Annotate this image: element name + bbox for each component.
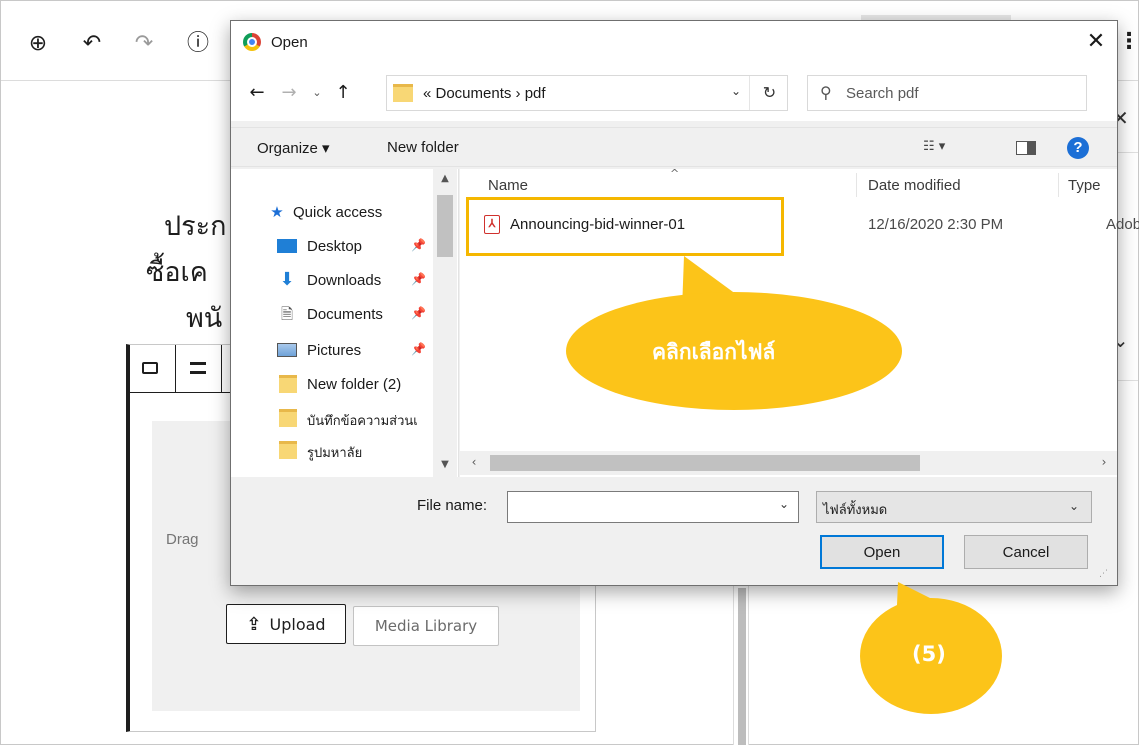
step-number-text: (5): [912, 642, 946, 666]
select-file-callout: คลิกเลือกไฟล์: [566, 292, 902, 410]
step-number-callout: (5): [860, 598, 1002, 714]
select-file-callout-text: คลิกเลือกไฟล์: [652, 340, 776, 364]
